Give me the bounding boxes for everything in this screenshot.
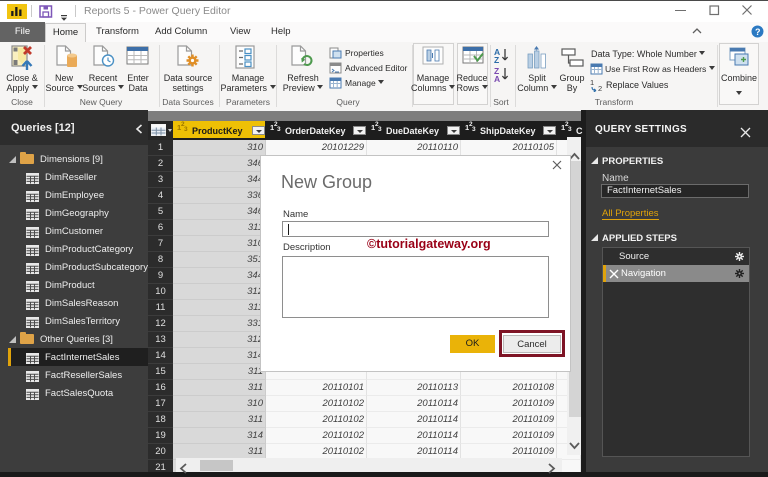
svg-text:?: ? [755, 27, 761, 37]
svg-text:1: 1 [590, 78, 594, 87]
svg-text:2: 2 [598, 84, 602, 92]
svg-text:A: A [494, 74, 500, 84]
svg-text:Z: Z [494, 55, 499, 65]
